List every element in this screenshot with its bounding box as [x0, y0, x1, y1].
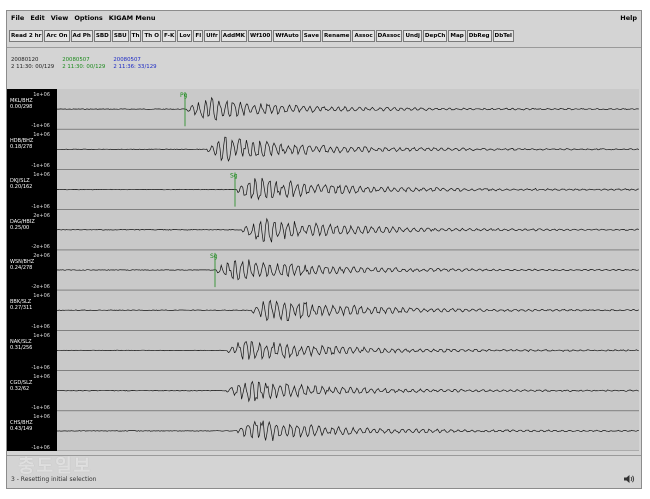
- station-distance: 0.00/298: [10, 104, 33, 110]
- menu-file[interactable]: File: [11, 14, 24, 22]
- scale-bottom: -1e+06: [31, 163, 50, 170]
- toolbar-button-read-2-hr[interactable]: Read 2 hr: [9, 30, 44, 42]
- scale-bottom: -2e+06: [31, 243, 50, 250]
- menu-kigam[interactable]: KIGAM Menu: [109, 14, 156, 22]
- toolbar-button-save[interactable]: Save: [301, 30, 321, 42]
- waveform-trace: [57, 259, 639, 281]
- station-label[interactable]: 1e+06 CGD/SLZ 0.32/62 -1e+06: [10, 374, 54, 411]
- waveform-trace: [57, 136, 639, 162]
- waveform-trace: [57, 341, 639, 361]
- scale-bottom: -2e+06: [31, 284, 50, 291]
- toolbar-button-dbreg[interactable]: DbReg: [466, 30, 492, 42]
- timestamp-cursor: 20080507 2 11:30: 00/129: [62, 57, 106, 70]
- station-label[interactable]: 2e+06 DAG/HBIZ 0.25/00 -2e+06: [10, 213, 54, 250]
- scale-bottom: -1e+06: [31, 324, 50, 331]
- toolbar-button-lov[interactable]: Lov: [177, 30, 193, 42]
- scale-bottom: -1e+06: [31, 444, 50, 451]
- speaker-icon[interactable]: [623, 474, 635, 484]
- seismogram-panel[interactable]: 1e+06 MKL/BHZ 0.00/298 -1e+06 1e+06 HDB/BHZ 0.…: [7, 89, 639, 451]
- station-label[interactable]: 2e+06 WSN/BHZ 0.24/278 -2e+06: [10, 253, 54, 290]
- toolbar-button-arc-on[interactable]: Arc On: [44, 30, 70, 42]
- toolbar-button-map[interactable]: Map: [448, 30, 466, 42]
- toolbar-button-th-o[interactable]: Th O: [142, 30, 161, 42]
- station-label[interactable]: 1e+06 BBK/SLZ 0.27/311 -1e+06: [10, 293, 54, 330]
- toolbar-button-sbd[interactable]: SBD: [93, 30, 111, 42]
- toolbar-button-assoc[interactable]: Assoc: [352, 30, 375, 42]
- toolbar-button-f-k[interactable]: F-K: [162, 30, 177, 42]
- waveform-trace: [57, 96, 639, 121]
- waveform-trace: [57, 380, 639, 403]
- menu-options[interactable]: Options: [74, 14, 102, 22]
- menu-help[interactable]: Help: [620, 14, 637, 22]
- toolbar-button-th[interactable]: Th: [129, 30, 142, 42]
- toolbar-button-undj[interactable]: Undj: [403, 30, 422, 42]
- toolbar: Read 2 hr Arc On Ad Ph SBD SBU Th Th O F-K Lov Fl…: [7, 27, 641, 45]
- station-distance: 0.32/62: [10, 385, 30, 392]
- waveform-plot[interactable]: Pg Sg Sg: [57, 89, 639, 451]
- status-bar: 3 - Resetting initial selection: [7, 471, 641, 487]
- toolbar-button-dbtel[interactable]: DbTel: [492, 30, 514, 42]
- toolbar-button-addmk[interactable]: AddMK: [220, 30, 248, 42]
- timestamp-end: 20080507 2 11:36: 33/129: [113, 57, 157, 70]
- waveform-trace: [57, 420, 639, 441]
- scale-bottom: -1e+06: [31, 203, 50, 210]
- phase-pick-label: Pg: [180, 92, 188, 99]
- menu-bar: File Edit View Options KIGAM Menu Help: [7, 11, 641, 25]
- station-distance: 0.27/311: [10, 305, 33, 312]
- toolbar-button-depch[interactable]: DepCh: [422, 30, 448, 42]
- toolbar-button-wf100[interactable]: Wf100: [248, 30, 273, 42]
- toolbar-button-rename[interactable]: Rename: [322, 30, 352, 42]
- menu-edit[interactable]: Edit: [30, 14, 44, 22]
- app-window: File Edit View Options KIGAM Menu Help R…: [6, 10, 642, 489]
- timestamp-start: 20080120 2 11:30: 00/129: [11, 57, 55, 70]
- toolbar-button-ulfr[interactable]: Ulfr: [204, 30, 220, 42]
- time-window-readouts: 20080120 2 11:30: 00/129 20080507 2 11:3…: [11, 57, 165, 77]
- waveform-trace: [57, 299, 639, 322]
- waveform-trace: [57, 177, 639, 201]
- status-message: 3 - Resetting initial selection: [11, 475, 97, 483]
- toolbar-button-wfauto[interactable]: WfAuto: [273, 30, 301, 42]
- station-label[interactable]: 1e+06 DKJ/SLZ 0.20/162 -1e+06: [10, 172, 54, 209]
- divider: [7, 455, 641, 456]
- scale-bottom: -1e+06: [31, 364, 50, 371]
- station-distance: 0.25/00: [10, 224, 30, 231]
- station-distance: 0.24/278: [10, 264, 33, 271]
- divider: [7, 47, 641, 48]
- toolbar-button-fl[interactable]: Fl: [193, 30, 204, 42]
- station-label-column: 1e+06 MKL/BHZ 0.00/298 -1e+06 1e+06 HDB/BHZ 0.…: [7, 89, 57, 451]
- phase-pick-label: Sg: [230, 172, 238, 179]
- station-label[interactable]: 1e+06 CHS/BHZ 0.43/149 -1e+06: [10, 414, 54, 451]
- station-label[interactable]: 1e+06 HDB/BHZ 0.18/278 -1e+06: [10, 132, 54, 169]
- station-distance: 0.18/278: [10, 144, 33, 151]
- toolbar-button-dassoc[interactable]: DAssoc: [375, 30, 403, 42]
- scale-bottom: -1e+06: [31, 123, 50, 130]
- station-distance: 0.43/149: [10, 425, 33, 432]
- station-label[interactable]: 1e+06 NAK/SLZ 0.31/256 -1e+06: [10, 333, 54, 370]
- station-distance: 0.31/256: [10, 345, 33, 352]
- station-label[interactable]: 1e+06 MKL/BHZ 0.00/298 -1e+06: [10, 92, 54, 129]
- scale-bottom: -1e+06: [31, 404, 50, 411]
- menu-view[interactable]: View: [51, 14, 69, 22]
- waveform-trace: [57, 217, 639, 243]
- toolbar-button-sbu[interactable]: SBU: [111, 30, 129, 42]
- toolbar-button-ad-ph[interactable]: Ad Ph: [70, 30, 93, 42]
- station-distance: 0.20/162: [10, 184, 33, 191]
- phase-pick-label: Sg: [210, 253, 218, 260]
